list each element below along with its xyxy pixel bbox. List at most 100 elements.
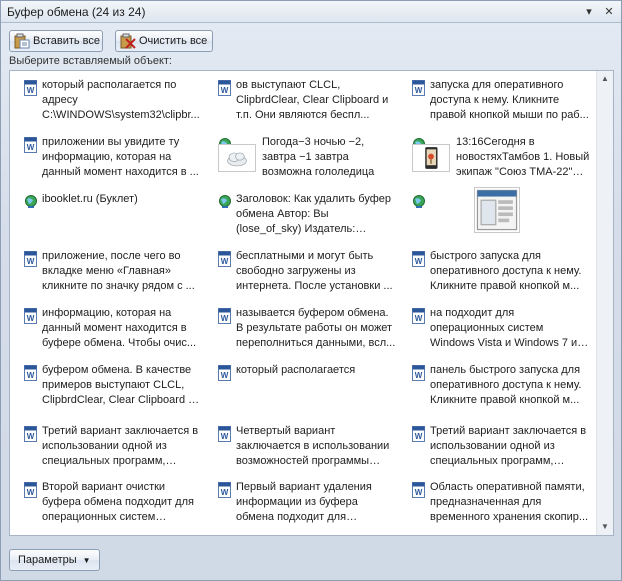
clipboard-item-text: приложение, после чего во вкладке меню «… <box>42 250 195 292</box>
svg-text:W: W <box>221 314 229 323</box>
clear-all-button[interactable]: Очистить все <box>115 30 213 52</box>
svg-text:W: W <box>415 371 423 380</box>
clipboard-item-text: на подходит для операционных систем Wind… <box>430 307 578 349</box>
scroll-up-icon[interactable]: ▲ <box>597 71 613 87</box>
word-doc-icon: W <box>412 365 426 381</box>
clipboard-item[interactable]: Wкоторый располагается <box>210 358 398 416</box>
svg-text:W: W <box>221 86 229 95</box>
clipboard-items-list[interactable]: ▲ ▼ Wкоторый располагается по адресу C:\… <box>9 70 614 536</box>
screenshot-thumbnail-icon <box>474 187 520 233</box>
svg-text:W: W <box>27 314 35 323</box>
clipboard-item[interactable]: Wприложение, после чего во вкладке меню … <box>16 244 204 302</box>
clipboard-item[interactable]: W Второй вариант очистки буфера обмена по… <box>16 475 204 533</box>
news-phone-icon <box>412 144 450 172</box>
word-doc-icon: W <box>412 482 426 498</box>
select-object-prompt: Выберите вставляемый объект: <box>9 55 172 67</box>
clipboard-item[interactable]: Wназывается буфером обмена. В результате… <box>210 301 398 359</box>
word-doc-icon: W <box>218 482 232 498</box>
clipboard-item-text: Заголовок: Как удалить буфер обмена Авто… <box>236 193 392 235</box>
clipboard-item[interactable]: Wбесплатными и могут быть свободно загру… <box>210 244 398 302</box>
svg-text:W: W <box>415 314 423 323</box>
word-doc-icon: W <box>218 365 232 381</box>
html-globe-icon <box>218 194 232 210</box>
word-doc-icon: W <box>218 80 232 96</box>
clipboard-item[interactable]: 13:16Сегодня в новостяхТамбов 1. Новый э… <box>404 130 592 188</box>
svg-text:W: W <box>27 257 35 266</box>
svg-text:W: W <box>27 143 35 152</box>
clipboard-item-text: называется буфером обмена. В результате … <box>236 307 396 349</box>
clipboard-item[interactable]: Wов выступают CLCL, ClipbrdClear, Clear … <box>210 73 398 131</box>
dropdown-arrow-icon: ▼ <box>82 555 91 565</box>
clipboard-item-text: Первый вариант удаления информации из бу… <box>236 481 372 523</box>
word-doc-icon: W <box>412 426 426 442</box>
clipboard-item[interactable]: Wинформацию, которая на данный момент на… <box>16 301 204 359</box>
clipboard-item-text: информацию, которая на данный момент нах… <box>42 307 197 349</box>
clipboard-item[interactable]: ibooklet.ru (Буклет) <box>16 187 204 245</box>
word-doc-icon: W <box>412 308 426 324</box>
clipboard-item[interactable]: Wкоторый располагается по адресу C:\WIND… <box>16 73 204 131</box>
pane-title: Буфер обмена (24 из 24) <box>7 5 146 19</box>
clipboard-item-text: Третий вариант заключается в использован… <box>430 425 587 467</box>
clipboard-pane: Буфер обмена (24 из 24) ▾ ✕ Вставить все… <box>0 0 622 581</box>
clipboard-item[interactable]: Wприложении вы увидите ту информацию, ко… <box>16 130 204 188</box>
clipboard-item-text: Погода−3 ночью −2, завтра −1 завтра возм… <box>262 136 375 178</box>
svg-text:W: W <box>415 432 423 441</box>
paste-all-label: Вставить все <box>33 35 101 47</box>
options-label: Параметры <box>18 554 77 566</box>
svg-text:W: W <box>221 432 229 441</box>
word-doc-icon: W <box>24 251 38 267</box>
clipboard-item[interactable]: Погода−3 ночью −2, завтра −1 завтра возм… <box>210 130 398 188</box>
word-doc-icon: W <box>24 365 38 381</box>
clipboard-item[interactable]: Wбуфером обмена. В качестве примеров выс… <box>16 358 204 416</box>
word-doc-icon: W <box>218 426 232 442</box>
clipboard-item[interactable]: Wпанель быстрого запуска для оперативног… <box>404 358 592 416</box>
clear-icon <box>120 33 136 49</box>
clipboard-item[interactable]: Wбыстрого запуска для оперативного досту… <box>404 244 592 302</box>
svg-text:W: W <box>415 488 423 497</box>
clear-all-label: Очистить все <box>139 35 208 47</box>
clipboard-item[interactable]: W Первый вариант удаления информации из б… <box>210 475 398 533</box>
word-doc-icon: W <box>24 482 38 498</box>
svg-text:W: W <box>27 86 35 95</box>
clipboard-item-text: ов выступают CLCL, ClipbrdClear, Clear C… <box>236 79 389 121</box>
clipboard-item[interactable]: W Четвертый вариант заключается в использ… <box>210 419 398 477</box>
clipboard-item[interactable]: W Третий вариант заключается в использова… <box>404 419 592 477</box>
word-doc-icon: W <box>412 251 426 267</box>
clipboard-item-text: 13:16Сегодня в новостяхТамбов 1. Новый э… <box>456 136 590 178</box>
weather-cloud-icon <box>218 144 256 172</box>
word-doc-icon: W <box>24 308 38 324</box>
close-icon[interactable]: ✕ <box>603 6 615 18</box>
svg-text:W: W <box>27 371 35 380</box>
clipboard-item[interactable]: W Третий вариант заключается в использова… <box>16 419 204 477</box>
clipboard-item[interactable]: W Область оперативной памяти, предназначе… <box>404 475 592 533</box>
html-globe-icon <box>24 194 38 210</box>
clipboard-item-text: приложении вы увидите ту информацию, кот… <box>42 136 199 178</box>
word-doc-icon: W <box>24 426 38 442</box>
options-button[interactable]: Параметры ▼ <box>9 549 100 571</box>
clipboard-item-text: панель быстрого запуска для оперативного… <box>430 364 582 406</box>
clipboard-item-text: буфером обмена. В качестве примеров выст… <box>42 364 195 406</box>
clipboard-item-text: Третий вариант заключается в использован… <box>42 425 199 467</box>
svg-text:W: W <box>27 488 35 497</box>
clipboard-item-text: который располагается <box>236 364 356 376</box>
html-globe-icon <box>412 194 426 210</box>
clipboard-item-text: бесплатными и могут быть свободно загруж… <box>236 250 393 292</box>
clipboard-item[interactable]: Заголовок: Как удалить буфер обмена Авто… <box>210 187 398 245</box>
svg-text:W: W <box>415 86 423 95</box>
paste-icon <box>14 33 30 49</box>
pane-menu-chevron-icon[interactable]: ▾ <box>583 6 595 18</box>
word-doc-icon: W <box>412 80 426 96</box>
clipboard-item-text: быстрого запуска для оперативного доступ… <box>430 250 582 292</box>
pane-titlebar: Буфер обмена (24 из 24) ▾ ✕ <box>1 1 621 23</box>
clipboard-item[interactable]: Wзапуска для оперативного доступа к нему… <box>404 73 592 131</box>
clipboard-item[interactable] <box>404 187 592 245</box>
clipboard-item-text: Четвертый вариант заключается в использо… <box>236 425 390 467</box>
vertical-scrollbar[interactable]: ▲ ▼ <box>596 71 613 535</box>
svg-text:W: W <box>27 432 35 441</box>
clipboard-item-text: который располагается по адресу C:\WINDO… <box>42 79 200 121</box>
word-doc-icon: W <box>24 80 38 96</box>
paste-all-button[interactable]: Вставить все <box>9 30 103 52</box>
scroll-down-icon[interactable]: ▼ <box>597 519 613 535</box>
svg-text:W: W <box>221 488 229 497</box>
clipboard-item[interactable]: Wна подходит для операционных систем Win… <box>404 301 592 359</box>
